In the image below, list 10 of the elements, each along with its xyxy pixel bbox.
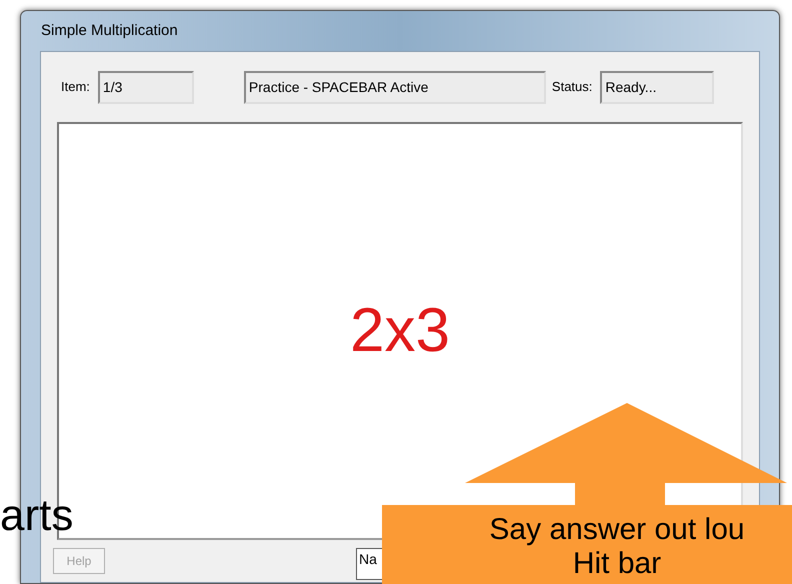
readonly-field: 1/3 xyxy=(98,70,194,104)
callout-text: Hit bar xyxy=(572,547,662,581)
field-label: Status: xyxy=(552,78,592,96)
readonly-field: Ready... xyxy=(600,70,714,104)
callout-text: Say answer out lou xyxy=(489,513,745,547)
problem-text: 2x3 xyxy=(350,300,450,362)
window-title: Simple Multiplication xyxy=(41,20,178,41)
name-field[interactable]: Na xyxy=(356,548,383,580)
field-label: Item: xyxy=(61,78,90,96)
readonly-field: Practice - SPACEBAR Active xyxy=(244,70,546,104)
